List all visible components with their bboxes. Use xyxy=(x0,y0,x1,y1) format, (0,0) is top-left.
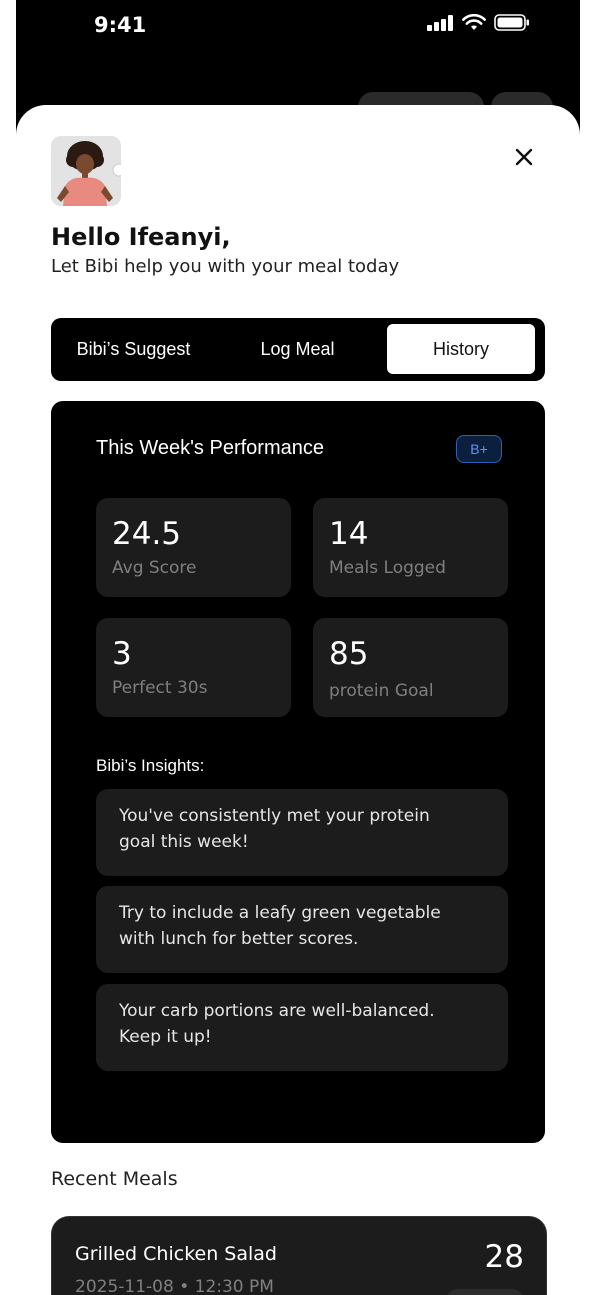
stat-label: Meals Logged xyxy=(329,558,446,578)
stat-perfect-30s: 3 Perfect 30s xyxy=(96,618,291,717)
wifi-icon xyxy=(462,14,486,30)
greeting-subtitle: Let Bibi help you with your meal today xyxy=(51,256,400,277)
meal-score: 28 xyxy=(484,1239,524,1275)
insight-text: Try to include a leafy green vegetable w… xyxy=(119,903,441,949)
meal-status-pill xyxy=(446,1289,524,1295)
avatar-illustration xyxy=(51,136,121,206)
insight-item: Your carb portions are well-balanced. Ke… xyxy=(96,984,508,1071)
avatar xyxy=(51,136,121,206)
tab-bibis-suggest[interactable]: Bibi’s Suggest xyxy=(57,324,210,374)
performance-card: This Week's Performance B+ 24.5 Avg Scor… xyxy=(51,401,545,1143)
stat-label: protein Goal xyxy=(329,681,434,701)
grade-badge: B+ xyxy=(456,435,502,463)
meal-card[interactable]: Grilled Chicken Salad 2025-11-08 • 12:30… xyxy=(51,1216,547,1295)
meal-name: Grilled Chicken Salad xyxy=(75,1243,277,1265)
stat-value: 85 xyxy=(329,636,369,672)
greeting-title: Hello Ifeanyi, xyxy=(51,223,231,251)
stat-meals-logged: 14 Meals Logged xyxy=(313,498,508,597)
insight-text: You've consistently met your protein goa… xyxy=(119,806,430,852)
stat-avg-score: 24.5 Avg Score xyxy=(96,498,291,597)
insight-item: Try to include a leafy green vegetable w… xyxy=(96,886,508,973)
stat-label: Perfect 30s xyxy=(112,678,208,698)
stat-value: 24.5 xyxy=(112,516,182,552)
stat-value: 3 xyxy=(112,636,132,672)
status-icons xyxy=(427,14,530,31)
tab-bar: Bibi’s Suggest Log Meal History xyxy=(51,318,545,381)
stat-value: 14 xyxy=(329,516,369,552)
bottom-sheet: Hello Ifeanyi, Let Bibi help you with yo… xyxy=(16,105,580,1295)
recent-meals-title: Recent Meals xyxy=(51,1168,178,1190)
signal-icon xyxy=(427,14,453,31)
battery-icon xyxy=(494,14,529,31)
stat-label: Avg Score xyxy=(112,558,197,578)
performance-title: This Week's Performance xyxy=(96,437,324,459)
stat-protein-goal: 85 protein Goal xyxy=(313,618,508,717)
phone-screen: 9:41 Hello Ifeanyi, Let Bibi help you wi… xyxy=(16,0,580,1295)
insight-text: Your carb portions are well-balanced. Ke… xyxy=(119,1001,435,1047)
insight-item: You've consistently met your protein goa… xyxy=(96,789,508,876)
close-icon[interactable] xyxy=(512,145,536,169)
tab-history[interactable]: History xyxy=(387,324,535,374)
meal-datetime: 2025-11-08 • 12:30 PM xyxy=(75,1277,274,1295)
status-time: 9:41 xyxy=(94,13,147,37)
tab-log-meal[interactable]: Log Meal xyxy=(221,324,374,374)
insights-title: Bibi’s Insights: xyxy=(96,756,205,775)
